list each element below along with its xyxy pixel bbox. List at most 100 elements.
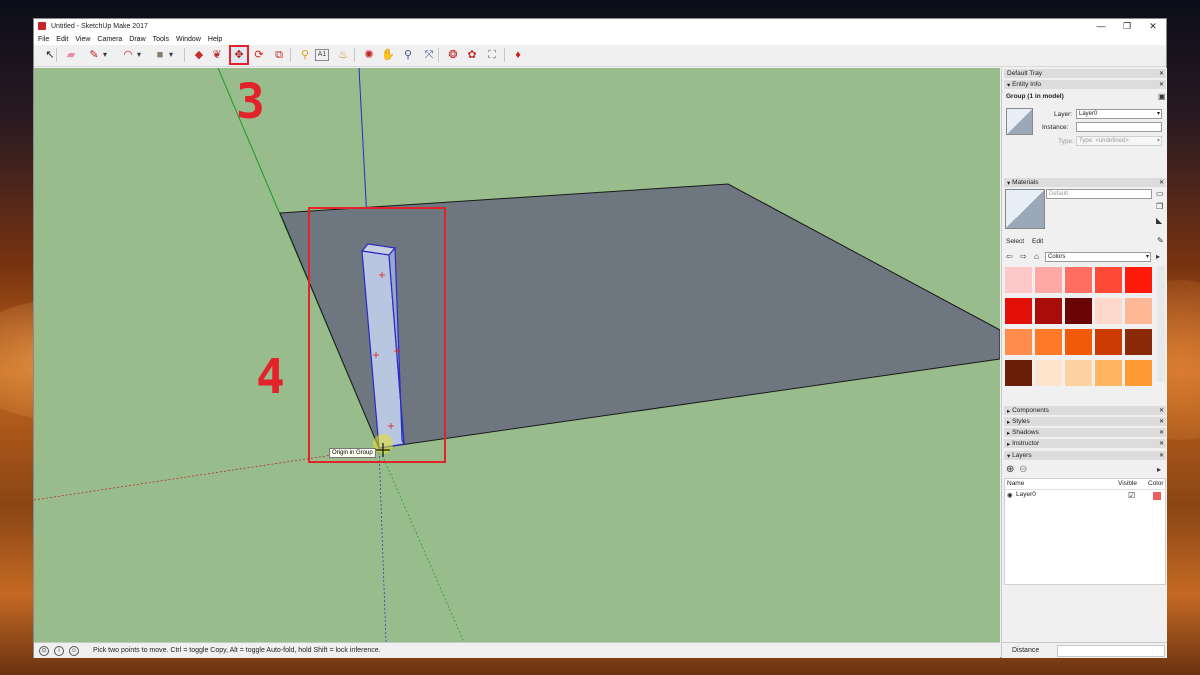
color-swatch[interactable] — [1035, 298, 1062, 324]
instructor-header[interactable]: ▸ Instructor ✕ — [1004, 439, 1166, 448]
tab-edit[interactable]: Edit — [1032, 238, 1043, 245]
color-swatch[interactable] — [1035, 360, 1062, 386]
layer-dropdown[interactable]: Layer0 ▾ — [1076, 109, 1162, 119]
paint-bucket-icon[interactable]: ♨ — [335, 47, 351, 63]
materials-title: Materials — [1012, 179, 1039, 186]
panel-close-icon[interactable]: ✕ — [1159, 179, 1164, 186]
color-swatch[interactable] — [1125, 267, 1152, 293]
close-button[interactable]: ✕ — [1140, 19, 1166, 33]
layer-visible-checkbox[interactable]: ☑ — [1128, 491, 1135, 500]
color-swatch[interactable] — [1095, 360, 1122, 386]
menu-window[interactable]: Window — [176, 36, 201, 43]
share-model-icon[interactable]: ⛶ — [484, 47, 500, 63]
color-swatch[interactable] — [1005, 267, 1032, 293]
forward-arrow-icon[interactable]: ⇨ — [1020, 252, 1027, 261]
minimize-button[interactable]: — — [1088, 19, 1114, 33]
styles-header[interactable]: ▸ Styles ✕ — [1004, 417, 1166, 426]
panel-close-icon[interactable]: ✕ — [1159, 407, 1164, 414]
layers-col-name: Name — [1007, 480, 1025, 487]
model-scene[interactable] — [34, 68, 1000, 642]
menu-view[interactable]: View — [75, 36, 90, 43]
color-swatch[interactable] — [1125, 329, 1152, 355]
create-material-icon[interactable]: ❒ — [1156, 202, 1163, 211]
back-arrow-icon[interactable]: ⇦ — [1006, 252, 1013, 261]
components-header[interactable]: ▸ Components ✕ — [1004, 406, 1166, 415]
menu-edit[interactable]: Edit — [56, 36, 68, 43]
panel-close-icon[interactable]: ✕ — [1159, 452, 1164, 459]
menu-file[interactable]: File — [38, 36, 49, 43]
menu-camera[interactable]: Camera — [97, 36, 122, 43]
panel-close-icon[interactable]: ✕ — [1159, 81, 1164, 88]
color-swatch[interactable] — [1005, 329, 1032, 355]
arc-dropdown-icon[interactable]: ▾ — [135, 47, 143, 63]
color-swatch[interactable] — [1065, 298, 1092, 324]
arc-tool-icon[interactable]: ◠ — [120, 47, 136, 63]
zoom-extents-icon[interactable]: ⤧ — [421, 47, 437, 63]
color-swatch[interactable] — [1005, 298, 1032, 324]
panel-close-icon[interactable]: ✕ — [1159, 429, 1164, 436]
lock-icon[interactable]: ▣ — [1158, 92, 1166, 101]
zoom-tool-icon[interactable]: ⚲ — [400, 47, 416, 63]
rectangle-tool-icon[interactable]: ■ — [152, 47, 168, 63]
line-dropdown-icon[interactable]: ▾ — [101, 47, 109, 63]
orbit-tool-icon[interactable]: ✺ — [361, 47, 377, 63]
layer-row-active-icon[interactable]: ◉ — [1007, 491, 1013, 499]
material-name-input[interactable]: Default — [1046, 189, 1152, 199]
color-swatch[interactable] — [1125, 360, 1152, 386]
extension-store-icon[interactable]: ♦ — [510, 47, 526, 63]
color-swatch[interactable] — [1035, 329, 1062, 355]
layer-color-swatch[interactable] — [1153, 492, 1161, 500]
color-swatch[interactable] — [1095, 329, 1122, 355]
geo-location-icon[interactable]: ⊙ — [39, 645, 49, 656]
swatch-scrollbar[interactable] — [1157, 266, 1165, 382]
color-swatch[interactable] — [1065, 329, 1092, 355]
rotate-tool-icon[interactable]: ⟳ — [251, 47, 267, 63]
extension-warehouse-icon[interactable]: ✿ — [464, 47, 480, 63]
pan-tool-icon[interactable]: ✋ — [380, 47, 396, 63]
tray-close-icon[interactable]: ✕ — [1159, 70, 1164, 77]
tape-measure-icon[interactable]: ⚲ — [297, 47, 313, 63]
shadows-header[interactable]: ▸ Shadows ✕ — [1004, 428, 1166, 437]
menu-help[interactable]: Help — [208, 36, 222, 43]
color-swatch[interactable] — [1065, 360, 1092, 386]
instance-input[interactable] — [1076, 122, 1162, 132]
delete-layer-icon[interactable]: ⊖ — [1019, 464, 1027, 475]
user-icon[interactable]: ☺ — [69, 645, 79, 656]
color-swatch[interactable] — [1035, 267, 1062, 293]
layer-details-icon[interactable]: ▸ — [1157, 465, 1161, 474]
color-swatch[interactable] — [1065, 267, 1092, 293]
color-swatch[interactable] — [1095, 267, 1122, 293]
add-layer-icon[interactable]: ⊕ — [1006, 464, 1014, 475]
offset-tool-icon[interactable]: ❦ — [209, 47, 225, 63]
layer-row-name[interactable]: Layer0 — [1016, 491, 1036, 498]
menu-draw[interactable]: Draw — [129, 36, 145, 43]
entity-info-header[interactable]: ▾ Entity Info ✕ — [1004, 80, 1166, 89]
color-swatch[interactable] — [1125, 298, 1152, 324]
select-tool-icon[interactable]: ↖ — [42, 47, 58, 63]
color-swatch[interactable] — [1095, 298, 1122, 324]
warehouse-icon[interactable]: ❂ — [445, 47, 461, 63]
panel-close-icon[interactable]: ✕ — [1159, 418, 1164, 425]
move-tool-icon[interactable]: ✥ — [229, 45, 249, 65]
layers-header[interactable]: ▾ Layers ✕ — [1004, 451, 1166, 460]
maximize-button[interactable]: ❐ — [1114, 19, 1140, 33]
scale-tool-icon[interactable]: ⧉ — [271, 47, 287, 63]
menu-tools[interactable]: Tools — [153, 36, 169, 43]
color-swatch[interactable] — [1005, 360, 1032, 386]
eraser-tool-icon[interactable]: ▰ — [63, 47, 79, 63]
drawing-area[interactable]: Origin in Group 3 4 — [34, 68, 1000, 642]
info-icon[interactable]: i — [54, 645, 64, 656]
display-secondary-icon[interactable]: ▭ — [1156, 189, 1164, 198]
sample-paint-icon[interactable]: ✎ — [1157, 236, 1164, 245]
materials-header[interactable]: ▾ Materials ✕ — [1004, 178, 1166, 187]
tab-select[interactable]: Select — [1006, 238, 1024, 245]
text-tool-icon[interactable]: A1 — [315, 49, 329, 61]
line-tool-icon[interactable]: ✎ — [86, 47, 102, 63]
panel-close-icon[interactable]: ✕ — [1159, 440, 1164, 447]
push-pull-tool-icon[interactable]: ◆ — [191, 47, 207, 63]
library-dropdown[interactable]: Colors ▾ — [1045, 252, 1151, 262]
measurements-input[interactable] — [1057, 645, 1165, 657]
details-arrow-icon[interactable]: ▸ — [1156, 252, 1160, 261]
shape-dropdown-icon[interactable]: ▾ — [167, 47, 175, 63]
home-icon[interactable]: ⌂ — [1034, 252, 1039, 261]
